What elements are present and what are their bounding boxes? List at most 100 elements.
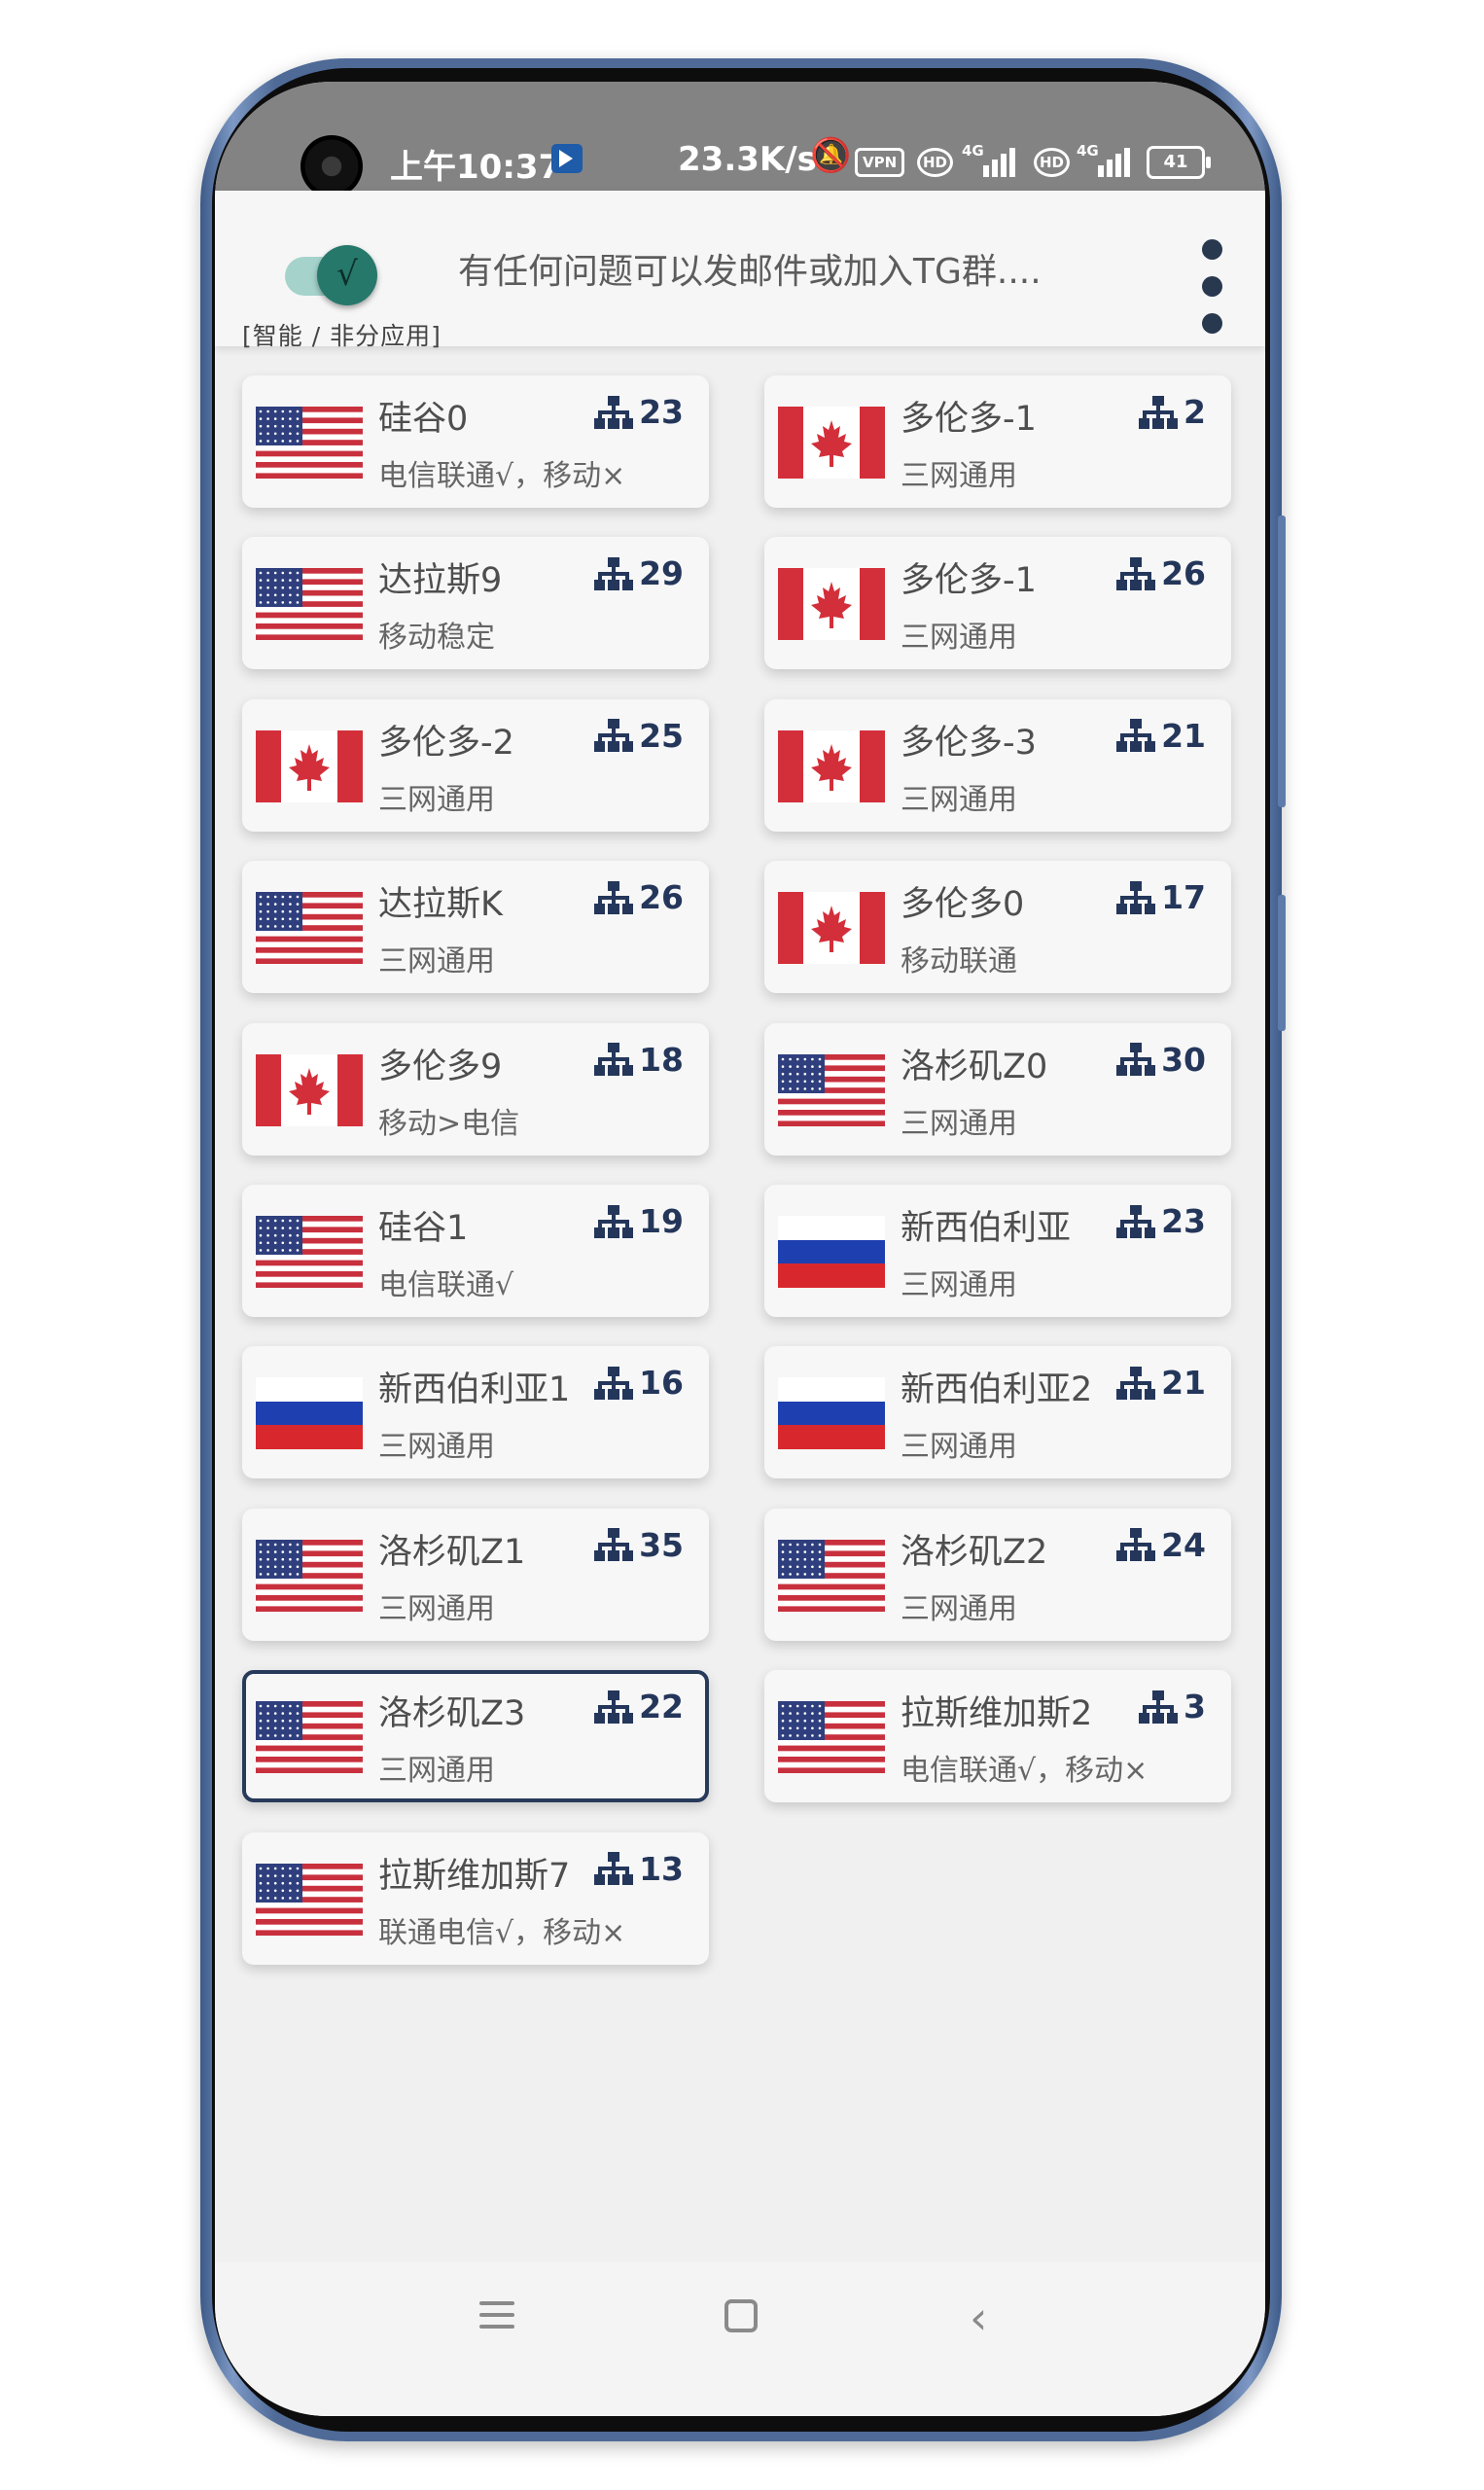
ru-flag-icon (778, 1377, 885, 1450)
server-user-count: 19 (594, 1202, 684, 1241)
server-card[interactable]: 多伦多0 移动联通 17 (764, 861, 1231, 994)
server-card[interactable]: 多伦多-2 三网通用 25 (242, 698, 709, 832)
server-desc: 三网通用 (901, 1268, 1017, 1302)
server-desc: 三网通用 (901, 782, 1017, 817)
server-name: 拉斯维加斯7 (378, 1856, 571, 1896)
ru-flag-icon (256, 1377, 363, 1450)
count-value: 24 (1161, 1525, 1206, 1564)
count-value: 16 (639, 1364, 684, 1403)
count-value: 29 (639, 554, 684, 593)
count-value: 35 (639, 1525, 684, 1564)
server-user-count: 23 (594, 393, 684, 432)
network-tree-icon (594, 1043, 634, 1077)
more-options-icon[interactable] (1197, 239, 1226, 337)
network-tree-icon (594, 1528, 634, 1562)
network-tree-icon (1139, 1690, 1179, 1724)
server-card[interactable]: 洛杉矶Z0 三网通用 30 (764, 1022, 1231, 1156)
count-value: 3 (1184, 1688, 1206, 1726)
server-name: 多伦多-2 (378, 723, 514, 763)
server-name: 多伦多9 (378, 1047, 503, 1086)
count-value: 25 (639, 716, 684, 755)
hd-badge-1: HD (917, 148, 954, 177)
status-time: 上午10:37 (390, 148, 562, 187)
server-card[interactable]: 新西伯利亚三网通用 23 (764, 1185, 1231, 1317)
server-name: 硅谷1 (378, 1209, 469, 1248)
server-name: 达拉斯9 (378, 561, 503, 601)
server-card[interactable]: 拉斯维加斯7 联通电信√，移动× 13 (242, 1832, 709, 1965)
network-tree-icon (594, 719, 634, 753)
ca-flag-icon (256, 729, 363, 802)
server-desc: 移动稳定 (378, 621, 495, 656)
count-value: 21 (1161, 1364, 1206, 1403)
server-user-count: 17 (1116, 878, 1206, 917)
network-tree-icon (594, 880, 634, 914)
count-value: 23 (1161, 1202, 1206, 1240)
server-card[interactable]: 拉斯维加斯2 电信联通√，移动× 3 (764, 1670, 1231, 1803)
network-tree-icon (594, 395, 634, 429)
server-name: 达拉斯K (378, 885, 503, 925)
status-bar: 上午10:37 23.3K/s 🔕 VPN HD 4G HD 4G 41 (215, 82, 1265, 197)
mode-label[interactable]: [智能 / 非分应用] (242, 317, 442, 352)
navigation-bar: ‹ (215, 2262, 1265, 2416)
server-card[interactable]: 硅谷0 电信联通√，移动× 23 (242, 375, 709, 508)
server-user-count: 16 (594, 1364, 684, 1403)
ca-flag-icon (256, 1053, 363, 1126)
server-desc: 电信联通√ (378, 1268, 514, 1302)
toggle-check-icon[interactable]: √ (317, 245, 377, 305)
server-user-count: 21 (1116, 717, 1206, 756)
us-flag-icon (256, 1216, 363, 1288)
server-card[interactable]: 新西伯利亚1 三网通用 16 (242, 1346, 709, 1479)
server-card[interactable]: 硅谷1 电信联通√ 19 (242, 1185, 709, 1317)
server-card[interactable]: 达拉斯9 移动稳定 29 (242, 537, 709, 670)
us-flag-icon (256, 1863, 363, 1936)
hd-badge-2: HD (1034, 148, 1071, 177)
server-desc: 电信联通√，移动× (378, 459, 626, 493)
server-card[interactable]: 洛杉矶Z2 三网通用 24 (764, 1508, 1231, 1641)
front-camera (300, 135, 363, 197)
us-flag-icon (256, 1701, 363, 1774)
server-name: 新西伯利亚 (901, 1209, 1072, 1248)
count-value: 26 (639, 878, 684, 917)
server-desc: 三网通用 (901, 1591, 1017, 1626)
server-card[interactable]: 达拉斯K 三网通用 26 (242, 861, 709, 994)
server-card[interactable]: 洛杉矶Z1 三网通用 35 (242, 1508, 709, 1641)
server-name: 新西伯利亚2 (901, 1370, 1093, 1410)
server-card[interactable]: 多伦多-1 三网通用 2 (764, 375, 1231, 508)
count-value: 18 (639, 1040, 684, 1079)
server-name: 拉斯维加斯2 (901, 1694, 1093, 1734)
screen: 上午10:37 23.3K/s 🔕 VPN HD 4G HD 4G 41 √ [… (215, 82, 1265, 2416)
count-value: 13 (639, 1849, 684, 1888)
back-chevron-icon[interactable]: ‹ (970, 2292, 987, 2344)
server-card[interactable]: 多伦多-3 三网通用 21 (764, 698, 1231, 832)
network-tree-icon (1116, 1204, 1156, 1238)
server-desc: 三网通用 (378, 1591, 495, 1626)
network-tree-icon (1116, 719, 1156, 753)
server-name: 多伦多0 (901, 885, 1025, 925)
count-value: 21 (1161, 716, 1206, 755)
network-tree-icon (1116, 1366, 1156, 1400)
server-user-count: 25 (594, 717, 684, 756)
count-value: 2 (1184, 393, 1206, 431)
server-card[interactable]: 多伦多9 移动>电信 18 (242, 1022, 709, 1156)
server-card[interactable]: 多伦多-1 三网通用 26 (764, 537, 1231, 670)
volume-button (1278, 516, 1286, 807)
server-card[interactable]: 新西伯利亚2 三网通用 21 (764, 1346, 1231, 1479)
server-name: 多伦多-1 (901, 561, 1037, 601)
server-desc: 三网通用 (901, 459, 1017, 493)
network-tree-icon (1116, 880, 1156, 914)
server-card[interactable]: 洛杉矶Z3 三网通用 22 (242, 1670, 709, 1803)
us-flag-icon (256, 892, 363, 965)
network-tree-icon (594, 556, 634, 590)
network-tree-icon (594, 1852, 634, 1886)
menu-icon[interactable] (479, 2301, 514, 2336)
server-name: 洛杉矶Z1 (378, 1532, 526, 1572)
server-desc: 三网通用 (901, 621, 1017, 656)
app-header: √ [智能 / 非分应用] 有任何问题可以发邮件或加入TG群.... (215, 191, 1265, 350)
battery-icon: 41 (1147, 146, 1211, 179)
server-desc: 移动联通 (901, 944, 1017, 979)
server-desc: 三网通用 (378, 1430, 495, 1465)
us-flag-icon (778, 1701, 885, 1774)
home-square-icon[interactable] (724, 2299, 758, 2332)
server-desc: 三网通用 (901, 1430, 1017, 1465)
count-value: 17 (1161, 878, 1206, 917)
